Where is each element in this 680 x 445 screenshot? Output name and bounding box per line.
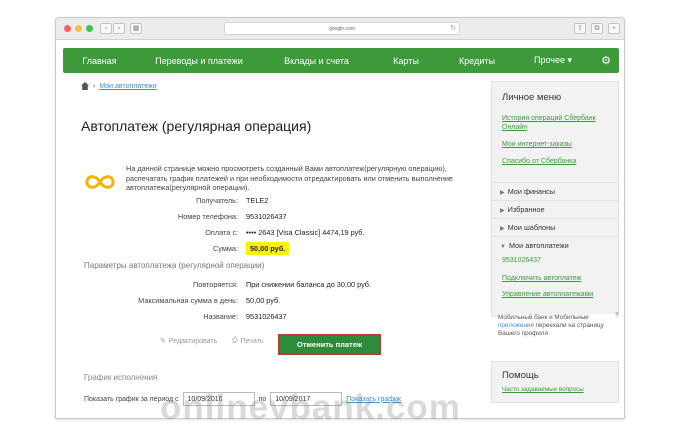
forward-arrow-icon[interactable]: ›	[113, 23, 125, 34]
sidebar-section-finances[interactable]: ▶ Мои финансы	[492, 182, 618, 199]
back-arrow-icon[interactable]: ‹	[100, 23, 112, 34]
reload-icon[interactable]: ↻	[450, 23, 456, 35]
breadcrumb-separator: ›	[93, 82, 96, 90]
section-label: Мои шаблоны	[507, 223, 556, 232]
nav-item-other[interactable]: Прочее ▾	[513, 55, 593, 66]
detail-label: Получатель:	[196, 196, 238, 205]
sidebar-section-favorites[interactable]: ▶ Избранное	[492, 200, 618, 217]
close-window-button[interactable]	[64, 25, 71, 32]
date-from-input[interactable]: 10/09/2016	[182, 392, 255, 406]
schedule-title: График исполнения	[84, 373, 158, 382]
param-label: Максимальная сумма в день:	[138, 296, 238, 305]
mobile-apps-notice: × Мобильный банк и Мобильные приложения …	[498, 311, 619, 354]
detail-value: •••• 2643 [Visa Classic] 4474,19 руб.	[246, 228, 365, 237]
cancel-payment-button[interactable]: Отменить платеж	[278, 334, 381, 355]
notice-apps-link[interactable]: приложения	[498, 322, 534, 329]
sidebar-link-manage-autopay[interactable]: Управление автоплатежами	[502, 290, 612, 299]
address-bar[interactable]: google.com ↻	[224, 22, 460, 35]
schedule-period-label: Показать график за период с	[84, 395, 179, 403]
schedule-period-row: Показать график за период с 10/09/2016 п…	[84, 392, 401, 406]
chevron-right-icon: ▶	[500, 226, 505, 232]
show-schedule-link[interactable]: Показать график	[346, 396, 401, 403]
detail-label: Оплата с:	[205, 228, 238, 237]
personal-menu-title: Личное меню	[502, 92, 562, 103]
breadcrumb: › Мои автоплатежи	[81, 82, 157, 90]
sidebar-link-connect-autopay[interactable]: Подключить автоплатеж	[502, 274, 612, 283]
section-label: Мои финансы	[507, 187, 556, 196]
param-label: Повторяется:	[193, 280, 238, 289]
minimize-window-button[interactable]	[75, 25, 82, 32]
section-label: Избранное	[507, 205, 545, 214]
param-label: Название:	[203, 312, 238, 321]
section-label: Мои автоплатежи	[508, 241, 569, 250]
sidebar-autopay-item-phone[interactable]: 9531026437	[502, 257, 541, 264]
chevron-right-icon: ▶	[500, 208, 505, 214]
chevron-right-icon: ▶	[500, 190, 505, 196]
help-panel: Помощь Часто задаваемые вопросы	[491, 361, 619, 403]
sidebar-section-autopayments[interactable]: ▼ Мои автоплатежи	[492, 236, 618, 253]
breadcrumb-link-autopayments[interactable]: Мои автоплатежи	[99, 83, 156, 90]
print-action[interactable]: ⎙ Печать	[232, 337, 264, 345]
schedule-to-label: по	[258, 395, 267, 403]
sidebar-section-templates[interactable]: ▶ Мои шаблоны	[492, 218, 618, 235]
param-value: При снижении баланса до 30,00 руб.	[246, 280, 372, 289]
sidebar-link-spasibo[interactable]: Спасибо от Сбербанка	[502, 157, 612, 166]
date-to-input[interactable]: 10/09/2017	[270, 392, 343, 406]
sidebar-link-history[interactable]: История операций Сбербанк Онлайн	[502, 114, 612, 132]
amount-value-wrap: 50,00 руб.	[246, 242, 290, 255]
nav-item-cards[interactable]: Карты	[371, 56, 441, 66]
detail-value: TELE2	[246, 196, 269, 205]
main-navigation: Главная Переводы и платежи Вклады и счет…	[63, 48, 619, 73]
param-value: 50,00 руб.	[246, 296, 281, 305]
screenshot-stage: ‹ › ▦ google.com ↻ ⇧ ⧉ + Главная Перевод…	[0, 0, 680, 445]
params-section-title: Параметры автоплатежа (регулярной операц…	[84, 261, 265, 270]
edit-action[interactable]: ✎ Редактировать	[160, 337, 217, 346]
pencil-icon: ✎	[160, 338, 166, 345]
notice-text-start: Мобильный банк и Мобильные	[498, 314, 589, 321]
sidebar-toggle-icon[interactable]: ▦	[130, 23, 142, 34]
maximize-window-button[interactable]	[86, 25, 93, 32]
nav-item-transfers[interactable]: Переводы и платежи	[136, 56, 262, 66]
help-faq-link[interactable]: Часто задаваемые вопросы	[502, 386, 602, 394]
detail-value: 9531026437	[246, 212, 287, 221]
nav-item-deposits[interactable]: Вклады и счета	[262, 56, 371, 66]
address-text: google.com	[329, 26, 355, 32]
recurring-payment-icon	[85, 175, 115, 189]
edit-link[interactable]: Редактировать	[169, 338, 217, 345]
param-value: 9531026437	[246, 312, 287, 321]
share-icon[interactable]: ⇧	[574, 23, 586, 34]
print-link[interactable]: Печать	[241, 338, 264, 345]
gear-icon[interactable]: ⚙	[593, 54, 619, 67]
close-icon[interactable]: ×	[615, 311, 619, 319]
new-tab-icon[interactable]: +	[608, 23, 620, 34]
browser-toolbar: ‹ › ▦ google.com ↻ ⇧ ⧉ +	[56, 18, 624, 40]
intro-text: На данной странице можно просмотреть соз…	[126, 164, 453, 192]
nav-item-credits[interactable]: Кредиты	[441, 56, 513, 66]
nav-item-home[interactable]: Главная	[63, 56, 136, 66]
tabs-icon[interactable]: ⧉	[591, 23, 603, 34]
sidebar-link-orders[interactable]: Мои интернет-заказы	[502, 140, 612, 149]
browser-window: ‹ › ▦ google.com ↻ ⇧ ⧉ + Главная Перевод…	[55, 17, 625, 419]
page-title: Автоплатеж (регулярная операция)	[81, 118, 312, 134]
help-title: Помощь	[502, 370, 539, 381]
detail-label: Номер телефона:	[177, 212, 238, 221]
amount-value: 50,00 руб.	[246, 242, 290, 255]
detail-label: Сумма:	[213, 244, 238, 253]
printer-icon: ⎙	[232, 337, 238, 344]
chevron-down-icon: ▼	[500, 244, 506, 250]
personal-menu-sidebar: Личное меню История операций Сбербанк Он…	[491, 81, 619, 317]
home-icon[interactable]	[81, 82, 89, 90]
